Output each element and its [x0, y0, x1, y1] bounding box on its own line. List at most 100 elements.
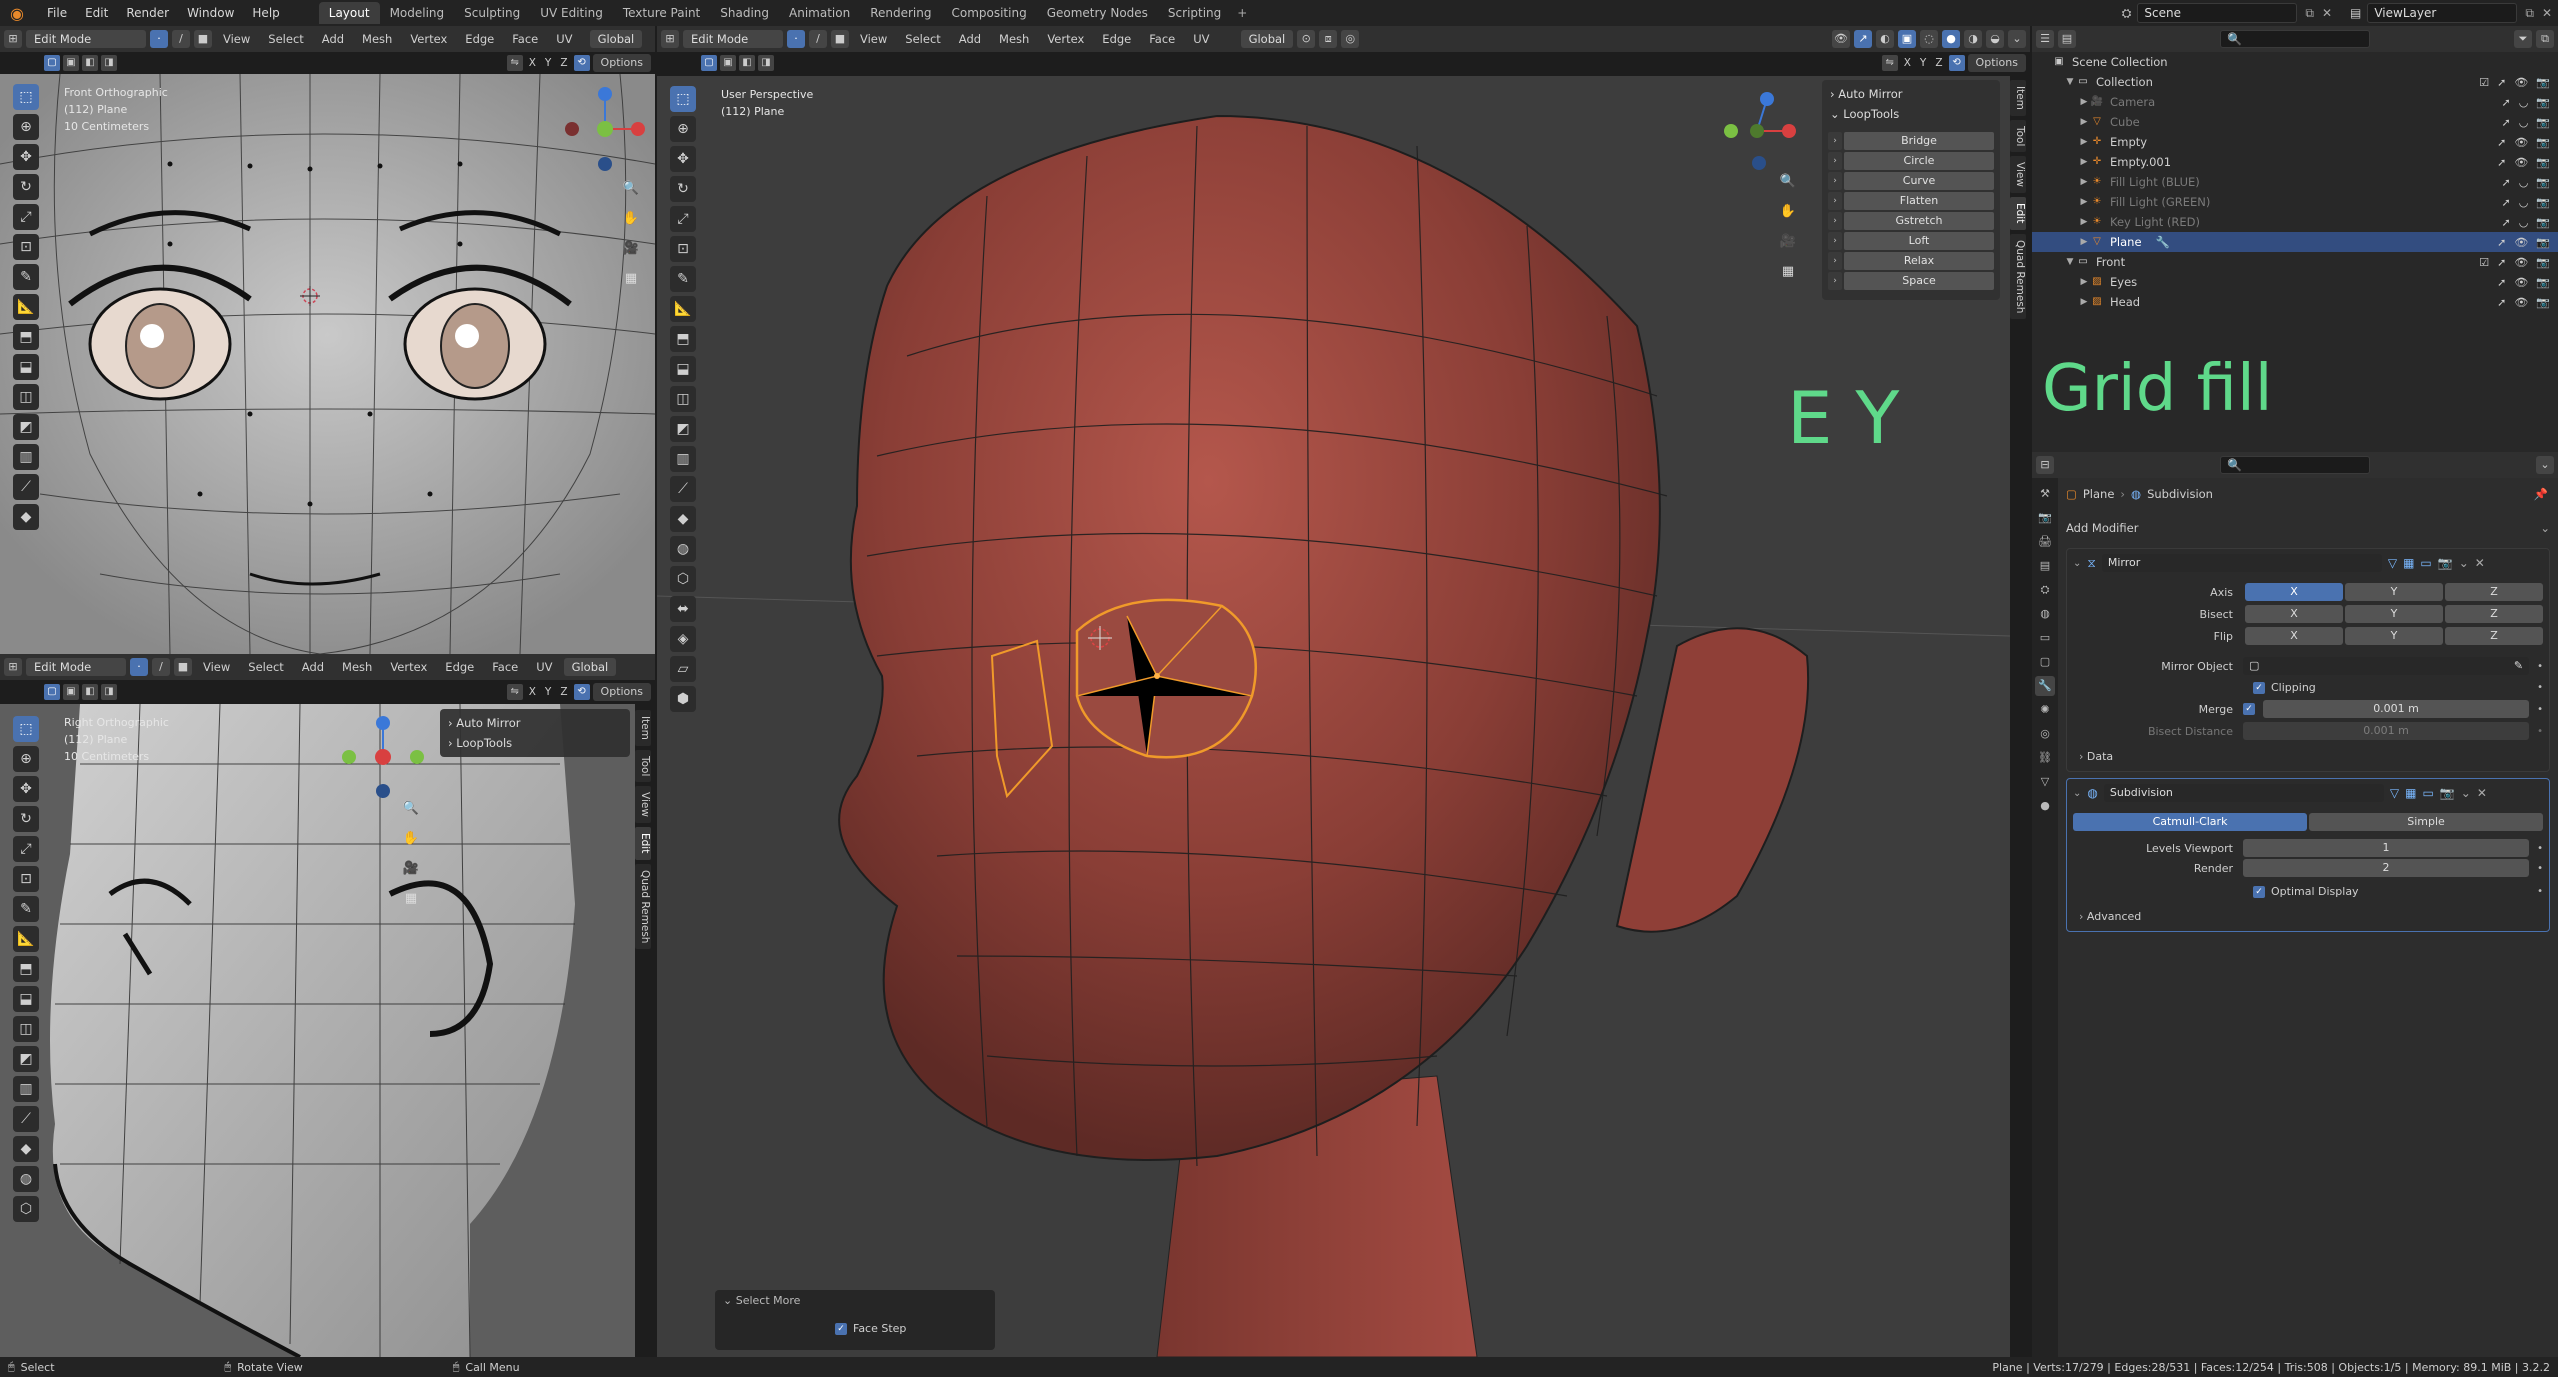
collapse-arrow-icon[interactable]: ⌄: [2073, 558, 2081, 569]
camera-render-icon[interactable]: 📷: [2536, 176, 2550, 189]
annotate-tool-icon[interactable]: ✎: [13, 896, 39, 922]
menu-edge[interactable]: Edge: [458, 32, 501, 46]
axis-z-toggle[interactable]: Z: [2445, 583, 2543, 601]
constraints-tab-icon[interactable]: ⛓: [2035, 748, 2055, 768]
checkbox-icon[interactable]: ☑: [2479, 76, 2489, 89]
scale-tool-icon[interactable]: ⤢: [13, 836, 39, 862]
eye-closed-icon[interactable]: ◡: [2519, 96, 2529, 109]
keyframe-dot-icon[interactable]: •: [2537, 682, 2543, 693]
xray-icon[interactable]: ▣: [1898, 30, 1916, 48]
loop-cut-tool-icon[interactable]: ▥: [13, 1076, 39, 1102]
mirror-object-field[interactable]: ▢ ✎: [2243, 657, 2530, 675]
menu-vertex[interactable]: Vertex: [383, 660, 434, 674]
shading-options-icon[interactable]: ⌄: [2008, 30, 2026, 48]
world-tab-icon[interactable]: ◍: [2035, 604, 2055, 624]
auto-merge-icon[interactable]: ⟲: [1948, 55, 1965, 71]
menu-view[interactable]: View: [216, 32, 257, 46]
side-tab-item[interactable]: Item: [635, 710, 651, 746]
outliner-item-empty[interactable]: ▶ ✛ Empty ➚ 👁 📷: [2032, 132, 2558, 152]
camera-view-icon[interactable]: 🎥: [400, 858, 422, 880]
auto-merge-icon[interactable]: ⟲: [573, 684, 590, 700]
outliner-search-input[interactable]: 🔍: [2220, 30, 2370, 48]
expand-arrow-icon[interactable]: ▶: [2078, 237, 2090, 247]
menu-file[interactable]: File: [38, 0, 76, 26]
eye-icon[interactable]: 👁: [2514, 236, 2528, 249]
scene-new-icon[interactable]: ⧉: [2305, 6, 2314, 21]
viewport-display-icon[interactable]: ▭: [2422, 786, 2433, 800]
side-tab-tool[interactable]: Tool: [2010, 119, 2026, 153]
output-tab-icon[interactable]: 🖨: [2035, 532, 2055, 552]
object-tab-icon[interactable]: ▢: [2035, 652, 2055, 672]
cursor-tool-icon[interactable]: ⊕: [13, 114, 39, 140]
outliner-collection-front[interactable]: ▼ ▭ Front ☑ ➚ 👁 📷: [2032, 252, 2558, 272]
outliner-item-empty-001[interactable]: ▶ ✛ Empty.001 ➚ 👁 📷: [2032, 152, 2558, 172]
looptools-panel-header[interactable]: › LoopTools: [444, 733, 626, 753]
workspace-tab-animation[interactable]: Animation: [779, 2, 860, 24]
face-step-checkbox[interactable]: ✓: [835, 1322, 847, 1335]
camera-render-icon[interactable]: 📷: [2536, 216, 2550, 229]
menu-add[interactable]: Add: [315, 32, 351, 46]
menu-view[interactable]: View: [196, 660, 237, 674]
expand-arrow-icon[interactable]: ›: [1828, 132, 1842, 150]
auto-merge-icon[interactable]: ⟲: [573, 55, 590, 71]
knife-tool-icon[interactable]: ⟋: [13, 1106, 39, 1132]
select-mode-icon[interactable]: ▢: [44, 55, 60, 71]
loop-cut-tool-icon[interactable]: ▥: [13, 444, 39, 470]
expand-arrow-icon[interactable]: ▶: [2078, 177, 2090, 187]
options-dropdown[interactable]: Options: [592, 54, 651, 72]
expand-arrow-icon[interactable]: ▶: [2078, 157, 2090, 167]
select-arrow-icon[interactable]: ➚: [2501, 116, 2510, 129]
mirror-z-toggle[interactable]: Z: [557, 57, 570, 69]
pan-hand-icon[interactable]: ✋: [620, 208, 642, 230]
edge-select-icon[interactable]: /: [172, 30, 190, 48]
poly-build-tool-icon[interactable]: ◆: [13, 504, 39, 530]
menu-edge[interactable]: Edge: [1095, 32, 1138, 46]
navigation-gizmo[interactable]: [1717, 81, 1797, 181]
menu-uv[interactable]: UV: [549, 32, 579, 46]
navigation-gizmo[interactable]: [560, 84, 650, 174]
relax-button[interactable]: Relax: [1844, 252, 1994, 270]
levels-viewport-field[interactable]: 1: [2243, 839, 2530, 857]
right-orthographic-viewport[interactable]: Right Orthographic (112) Plane 10 Centim…: [0, 704, 635, 1357]
front-orthographic-viewport[interactable]: Front Orthographic (112) Plane 10 Centim…: [0, 74, 655, 654]
bevel-tool-icon[interactable]: ◩: [670, 416, 696, 442]
options-dropdown[interactable]: Options: [1967, 54, 2026, 72]
zoom-icon[interactable]: 🔍: [1777, 171, 1799, 193]
add-cube-tool-icon[interactable]: ⬒: [13, 324, 39, 350]
side-tab-edit[interactable]: Edit: [2010, 197, 2026, 230]
workspace-tab-sculpting[interactable]: Sculpting: [454, 2, 530, 24]
camera-render-icon[interactable]: 📷: [2536, 196, 2550, 209]
new-collection-icon[interactable]: ⧉: [2536, 30, 2554, 48]
visibility-icon[interactable]: 👁: [1832, 30, 1850, 48]
add-modifier-dropdown[interactable]: Add Modifier ⌄: [2066, 518, 2550, 538]
eye-closed-icon[interactable]: ◡: [2519, 116, 2529, 129]
gizmo-toggle-icon[interactable]: ↗: [1854, 30, 1872, 48]
edit-mode-icon[interactable]: ▦: [2405, 786, 2416, 800]
outliner-item-camera[interactable]: ▶ 🎥 Camera ➚ ◡ 📷: [2032, 92, 2558, 112]
face-select-icon[interactable]: ■: [174, 658, 192, 676]
side-tab-quad-remesh[interactable]: Quad Remesh: [2010, 233, 2026, 320]
vertex-select-icon[interactable]: ·: [150, 30, 168, 48]
merge-checkbox[interactable]: ✓: [2243, 703, 2255, 715]
select-extend-icon[interactable]: ▣: [720, 55, 736, 71]
camera-render-icon[interactable]: 📷: [2536, 116, 2550, 129]
move-tool-icon[interactable]: ✥: [670, 146, 696, 172]
tool-tab-icon[interactable]: ⚒: [2035, 484, 2055, 504]
perspective-viewport[interactable]: User Perspective (112) Plane E Y ⬚ ⊕ ✥ ↻…: [657, 76, 2010, 1357]
outliner-item-head[interactable]: ▶ ▨ Head ➚ 👁 📷: [2032, 292, 2558, 312]
select-more-header[interactable]: ⌄ Select More: [715, 1290, 995, 1312]
face-select-icon[interactable]: ■: [831, 30, 849, 48]
physics-tab-icon[interactable]: ◎: [2035, 724, 2055, 744]
merge-distance-field[interactable]: 0.001 m: [2263, 700, 2530, 718]
camera-render-icon[interactable]: 📷: [2536, 256, 2550, 269]
shear-tool-icon[interactable]: ▱: [670, 656, 696, 682]
rip-region-tool-icon[interactable]: ⬢: [670, 686, 696, 712]
menu-face[interactable]: Face: [485, 660, 525, 674]
eye-icon[interactable]: 👁: [2514, 156, 2528, 169]
poly-build-tool-icon[interactable]: ◆: [670, 506, 696, 532]
menu-vertex[interactable]: Vertex: [403, 32, 454, 46]
render-levels-field[interactable]: 2: [2243, 859, 2530, 877]
mirror-z-toggle[interactable]: Z: [1932, 57, 1945, 69]
annotate-tool-icon[interactable]: ✎: [13, 264, 39, 290]
workspace-tab-shading[interactable]: Shading: [710, 2, 779, 24]
